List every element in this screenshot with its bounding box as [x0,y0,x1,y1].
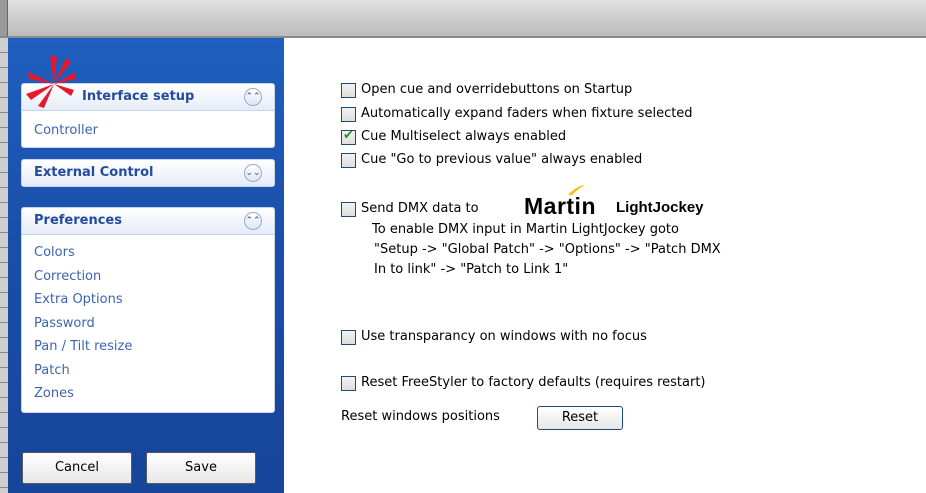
martin-logo: Martin [524,193,596,219]
freestyler-logo-icon [26,56,76,108]
option-label: Cue "Go to previous value" always enable… [361,152,643,167]
panel-external-control-header[interactable]: External Control ⌄⌄ [22,160,274,186]
dmx-instruction-line: To enable DMX input in Martin LightJocke… [372,222,679,237]
sidebar-item-correction[interactable]: Correction [22,265,274,289]
option-checkbox[interactable] [341,153,356,168]
sidebar-item-patch[interactable]: Patch [22,359,274,383]
title-bar [0,0,926,38]
dmx-instructions: To enable DMX input in Martin LightJocke… [372,220,721,280]
panel-title: Preferences [34,213,122,228]
factory-reset-checkbox[interactable] [341,376,356,391]
save-button[interactable]: Save [146,452,256,484]
option-checkbox[interactable] [341,83,356,98]
dmx-instruction-line: In to link" -> "Patch to Link 1" [374,262,569,277]
option-label: Cue Multiselect always enabled [361,129,567,144]
chevron-up-icon[interactable]: ⌃⌃ [244,212,262,230]
option-checkbox[interactable] [341,107,356,122]
cancel-button[interactable]: Cancel [22,452,132,484]
panel-title: External Control [34,165,154,180]
sidebar-item-zones[interactable]: Zones [22,382,274,406]
option-label: Automatically expand faders when fixture… [361,106,693,121]
transparency-label: Use transparancy on windows with no focu… [361,329,647,344]
chevron-up-icon[interactable]: ⌃⌃ [244,88,262,106]
sidebar-item-colors[interactable]: Colors [22,241,274,265]
panel-title: Interface setup [82,89,195,104]
factory-reset-label: Reset FreeStyler to factory defaults (re… [361,375,706,390]
panel-preferences-header[interactable]: Preferences ⌃⌃ [22,208,274,235]
left-ruler-strip [0,38,8,493]
dmx-label: Send DMX data to [361,201,479,216]
chevron-down-icon[interactable]: ⌄⌄ [244,164,262,182]
dmx-checkbox[interactable] [341,202,356,217]
sidebar-item-pan-tilt-resize[interactable]: Pan / Tilt resize [22,335,274,359]
transparency-checkbox[interactable] [341,330,356,345]
sidebar-item-password[interactable]: Password [22,312,274,336]
reset-button[interactable]: Reset [537,406,623,430]
panel-external-control: External Control ⌄⌄ [21,159,275,187]
option-label: Open cue and overridebuttons on Startup [361,82,633,97]
title-bar-edge [0,0,8,36]
sidebar-item-controller[interactable]: Controller [22,119,274,143]
sidebar-item-extra-options[interactable]: Extra Options [22,288,274,312]
dmx-instruction-line: "Setup -> "Global Patch" -> "Options" ->… [374,242,721,257]
reset-windows-label: Reset windows positions [341,409,500,424]
panel-preferences: Preferences ⌃⌃ Colors Correction Extra O… [21,207,275,413]
option-checkbox-checked[interactable] [341,128,356,145]
lightjockey-logo: LightJockey [616,199,704,216]
